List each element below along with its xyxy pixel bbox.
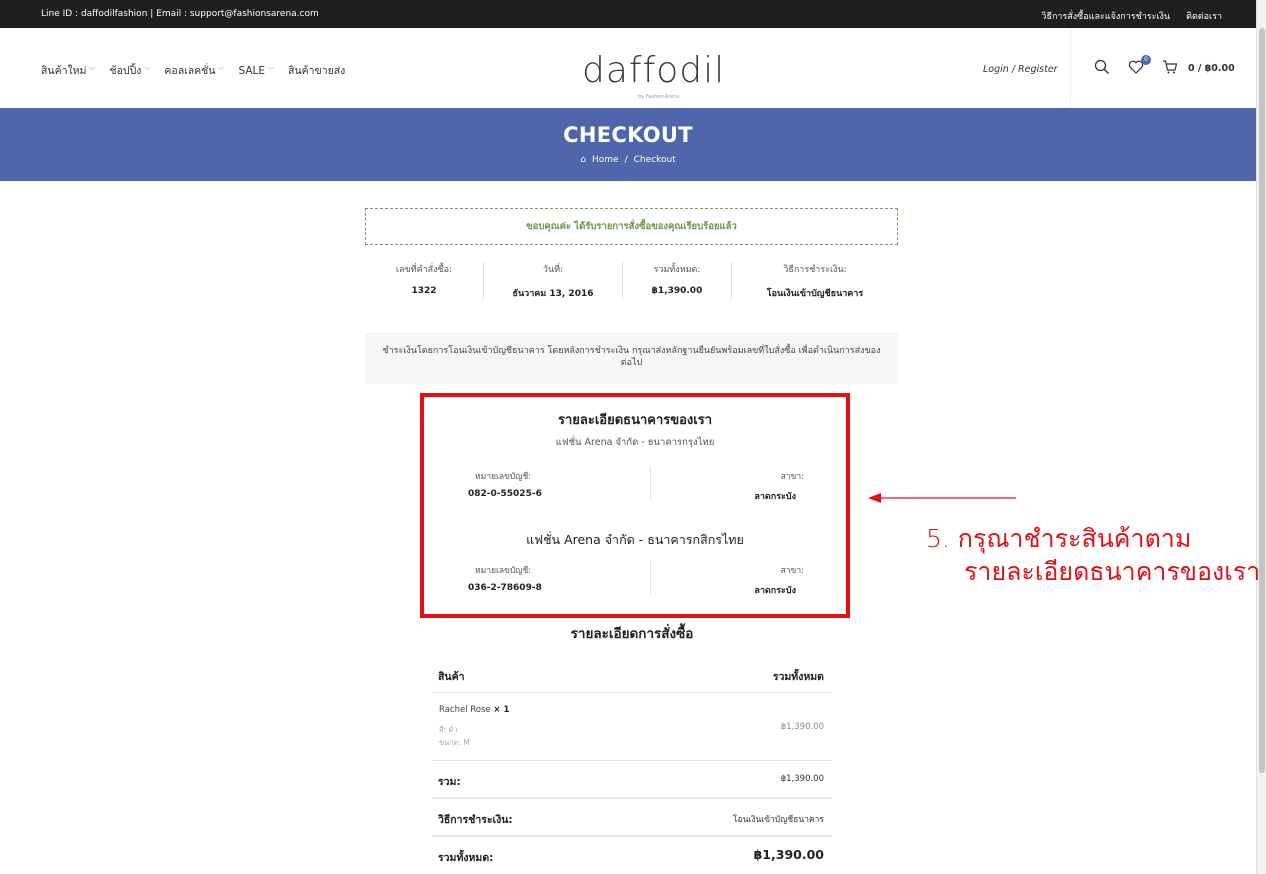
account-number: 082-0-55025-6 (468, 489, 542, 499)
subtotal-value: ฿1,390.00 (780, 774, 824, 784)
page-scrollbar[interactable] (1256, 0, 1266, 874)
logo-text: daffodil (582, 50, 726, 91)
branch-name: ลาดกระบัง (754, 586, 796, 596)
header-icons: 0 0 / ฿0.00 (1094, 55, 1235, 77)
breadcrumb-separator: / (624, 155, 628, 165)
page-title: CHECKOUT (563, 123, 693, 147)
nav-item-new-arrivals[interactable]: สินค้าใหม่ ﹀ (41, 62, 95, 79)
bank-details-highlight: รายละเอียดธนาคารของเรา แฟชั่น Arena จำกั… (420, 393, 850, 618)
annotation-callout: 5. กรุณาชำระสินค้าตาม รายละเอียดธนาคารขอ… (926, 522, 1260, 588)
wishlist-button[interactable]: 0 (1128, 55, 1151, 77)
account-number: 036-2-78609-8 (468, 583, 542, 593)
product-name-link[interactable]: Rachel Rose (439, 705, 491, 715)
branch-label: สาขา: (780, 566, 804, 576)
nav-label: สินค้าขายส่ง (288, 65, 346, 77)
overview-label: รวมทั้งหมด: (653, 265, 701, 275)
page-banner: CHECKOUT ⌂ Home / Checkout (0, 108, 1256, 181)
total-value: ฿1,390.00 (753, 847, 824, 862)
search-button[interactable] (1094, 59, 1112, 77)
search-icon (1094, 59, 1109, 74)
product-color: สี: ดำ (439, 725, 458, 734)
order-received-notice: ขอบคุณค่ะ ได้รับรายการสั่งซื้อของคุณเรีย… (365, 208, 898, 245)
nav-label: สินค้าใหม่ (41, 65, 87, 77)
header-total: รวมทั้งหมด (772, 671, 824, 683)
header-divider (1070, 28, 1071, 108)
subtotal-label: รวม: (438, 776, 461, 788)
overview-label: เลขที่คำสั่งซื้อ: (395, 265, 453, 275)
logo-tagline: by FashionArena (638, 94, 680, 100)
payment-method-value: โอนเงินเข้าบัญชีธนาคาร (732, 815, 824, 825)
overview-value: โอนเงินเข้าบัญชีธนาคาร (766, 289, 864, 299)
overview-label: วิธีการชำระเงิน: (783, 265, 847, 275)
branch-label: สาขา: (780, 472, 804, 482)
total-row: รวมทั้งหมด: ฿1,390.00 (432, 837, 832, 874)
overview-value: 1322 (411, 286, 437, 296)
order-details-title: รายละเอียดการสั่งซื้อ (570, 626, 694, 642)
subtotal-row: รวม: ฿1,390.00 (432, 761, 832, 799)
overview-payment-method: วิธีการชำระเงิน: โอนเงินเข้าบัญชีธนาคาร (732, 262, 898, 300)
nav-item-shopping[interactable]: ช้อปปิ้ง ﹀ (109, 62, 150, 79)
nav-item-collection[interactable]: คอลเลคชั่น ﹀ (164, 62, 224, 79)
payment-method-label: วิธีการชำระเงิน: (438, 814, 513, 826)
nav-item-wholesale[interactable]: สินค้าขายส่ง (288, 62, 345, 79)
nav-label: คอลเลคชั่น (164, 65, 216, 77)
chevron-down-icon: ﹀ (217, 66, 225, 75)
bank-details-title: รายละเอียดธนาคารของเรา (557, 413, 713, 428)
overview-label: วันที่: (542, 265, 564, 275)
site-logo[interactable]: daffodil by FashionArena (582, 34, 724, 102)
overview-value: ฿1,390.00 (651, 286, 703, 296)
chevron-down-icon: ﹀ (143, 66, 151, 75)
chevron-down-icon: ﹀ (88, 66, 96, 75)
total-label: รวมทั้งหมด: (438, 852, 494, 864)
nav-label: SALE (238, 64, 266, 77)
overview-order-number: เลขที่คำสั่งซื้อ: 1322 (365, 262, 484, 300)
payment-method-row: วิธีการชำระเงิน: โอนเงินเข้าบัญชีธนาคาร (432, 799, 832, 837)
top-links: วิธีการสั่งซื้อและแจ้งการชำระเงิน ติดต่อ… (1041, 9, 1222, 23)
main-nav: สินค้าใหม่ ﹀ ช้อปปิ้ง ﹀ คอลเลคชั่น ﹀ SALE ﹀ … (41, 62, 345, 79)
account-divider (650, 560, 651, 594)
home-icon: ⌂ (580, 155, 586, 165)
nav-label: ช้อปปิ้ง (109, 65, 142, 77)
account-number-label: หมายเลขบัญชี: (475, 472, 532, 482)
breadcrumb-home[interactable]: Home (592, 155, 619, 165)
product-price: ฿1,390.00 (780, 722, 824, 732)
nav-item-sale[interactable]: SALE ﹀ (239, 62, 275, 79)
site-header: สินค้าใหม่ ﹀ ช้อปปิ้ง ﹀ คอลเลคชั่น ﹀ SALE ﹀ … (0, 28, 1256, 108)
table-row: Rachel Rose × 1 สี: ดำ ขนาด: M ฿1,390.00 (432, 693, 832, 761)
login-register-link[interactable]: Login / Register (983, 64, 1058, 75)
top-bar: Line ID : daffodilfashion | Email : supp… (0, 0, 1256, 28)
overview-value: ธันวาคม 13, 2016 (512, 289, 594, 299)
wishlist-count-badge: 0 (1141, 55, 1151, 65)
account-number-label: หมายเลขบัญชี: (475, 566, 532, 576)
account-divider (650, 466, 651, 500)
callout-line-1: 5. กรุณาชำระสินค้าตาม (926, 524, 1192, 553)
overview-date: วันที่: ธันวาคม 13, 2016 (484, 262, 623, 300)
how-to-order-link[interactable]: วิธีการสั่งซื้อและแจ้งการชำระเงิน (1041, 9, 1170, 23)
breadcrumb: ⌂ Home / Checkout (0, 155, 1256, 165)
header-product: สินค้า (438, 671, 465, 683)
scrollbar-thumb[interactable] (1259, 28, 1265, 773)
overview-total: รวมทั้งหมด: ฿1,390.00 (623, 262, 732, 300)
payment-instructions: ชำระเงินโดยการโอนเงินเข้าบัญชีธนาคาร โดย… (365, 332, 898, 384)
product-size: ขนาด: M (439, 738, 470, 747)
bank-name: แฟชั่น Arena จำกัด - ธนาคารกรุงไทย (555, 437, 715, 448)
callout-line-2: รายละเอียดธนาคารของเรา (964, 557, 1261, 586)
cart-button[interactable] (1162, 59, 1180, 77)
breadcrumb-current: Checkout (633, 155, 676, 165)
order-details-table: สินค้า รวมทั้งหมด Rachel Rose × 1 สี: ดำ… (432, 654, 832, 874)
branch-name: ลาดกระบัง (754, 492, 796, 502)
annotation-arrow (868, 493, 1016, 503)
product-name: Rachel Rose × 1 (439, 705, 509, 715)
contact-us-link[interactable]: ติดต่อเรา (1186, 9, 1222, 23)
chevron-down-icon: ﹀ (267, 66, 275, 75)
product-quantity: × 1 (493, 705, 510, 715)
order-overview: เลขที่คำสั่งซื้อ: 1322 วันที่: ธันวาคม 1… (365, 262, 898, 300)
table-header-row: สินค้า รวมทั้งหมด (432, 654, 832, 693)
cart-total[interactable]: 0 / ฿0.00 (1188, 63, 1235, 74)
cart-icon (1163, 60, 1178, 74)
bank-name: แฟชั่น Arena จำกัด - ธนาคารกสิกรไทย (526, 532, 744, 547)
contact-info: Line ID : daffodilfashion | Email : supp… (41, 9, 319, 19)
